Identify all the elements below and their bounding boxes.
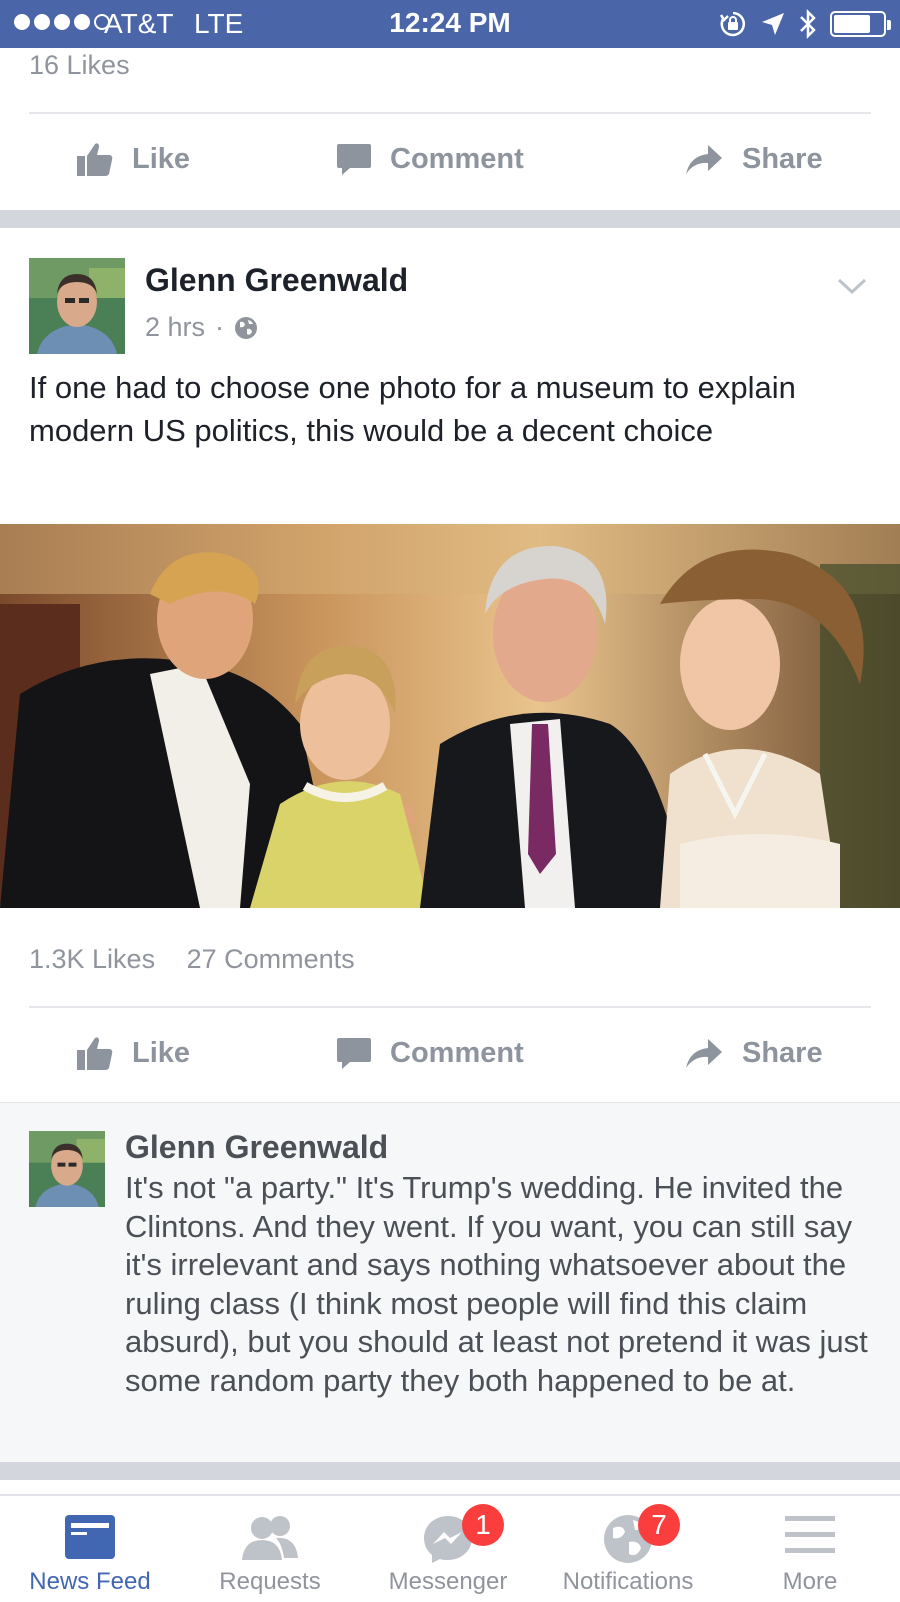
- share-label: Share: [742, 142, 823, 175]
- like-button[interactable]: Like: [76, 114, 190, 204]
- messenger-badge: 1: [462, 1504, 504, 1546]
- post-time[interactable]: 2 hrs: [145, 312, 205, 343]
- thumbs-up-icon: [77, 143, 113, 176]
- feed-separator: [0, 1462, 900, 1480]
- tab-notifications[interactable]: 7 Notifications: [538, 1496, 718, 1602]
- bluetooth-icon: [800, 8, 816, 40]
- action-bar: Like Comment Share: [0, 114, 900, 204]
- author-avatar[interactable]: [29, 258, 125, 354]
- comment: Glenn Greenwald It's not "a party." It's…: [0, 1102, 900, 1462]
- post-meta: 2 hrs ·: [145, 312, 258, 343]
- like-button[interactable]: Like: [76, 1008, 190, 1098]
- action-bar: Like Comment Share: [0, 1008, 900, 1098]
- feed-separator: [0, 210, 900, 228]
- comment-text: It's not "a party." It's Trump's wedding…: [125, 1170, 868, 1398]
- author-name[interactable]: Glenn Greenwald: [145, 262, 408, 299]
- friend-requests-icon: [242, 1516, 298, 1560]
- rotation-lock-icon: [719, 11, 746, 37]
- comment-label: Comment: [390, 1036, 524, 1069]
- likes-count[interactable]: 1.3K Likes: [29, 944, 155, 974]
- likes-count[interactable]: 16 Likes: [29, 50, 130, 81]
- news-feed-icon: [65, 1515, 115, 1559]
- comment-button[interactable]: Comment: [336, 114, 524, 204]
- menu-icon: [785, 1516, 835, 1553]
- commenter-name[interactable]: Glenn Greenwald: [125, 1129, 388, 1166]
- post-stats: 1.3K Likes 27 Comments: [29, 944, 355, 975]
- post-photo[interactable]: [0, 524, 900, 908]
- tab-news-feed[interactable]: News Feed: [0, 1496, 180, 1602]
- tab-label: Messenger: [388, 1568, 508, 1595]
- commenter-avatar[interactable]: [29, 1131, 105, 1207]
- post: Glenn Greenwald 2 hrs · If one had to ch…: [0, 228, 900, 1102]
- post-text: If one had to choose one photo for a mus…: [29, 370, 796, 448]
- tab-messenger[interactable]: 1 Messenger: [358, 1496, 538, 1602]
- tab-label: News Feed: [29, 1568, 151, 1595]
- share-arrow-icon: [686, 1039, 722, 1068]
- comment-label: Comment: [390, 142, 524, 175]
- meta-separator: ·: [215, 312, 225, 342]
- tab-label: Notifications: [562, 1568, 694, 1595]
- notifications-badge: 7: [638, 1504, 680, 1546]
- share-arrow-icon: [686, 145, 722, 174]
- previous-post: 16 Likes Like Comment Share: [0, 48, 900, 210]
- tab-requests[interactable]: Requests: [180, 1496, 360, 1602]
- comment-bubble-icon: [337, 1038, 371, 1069]
- share-button[interactable]: Share: [684, 1008, 823, 1098]
- chevron-down-icon[interactable]: [836, 276, 868, 296]
- comment-button[interactable]: Comment: [336, 1008, 524, 1098]
- globe-icon: [235, 316, 258, 339]
- tab-label: Requests: [219, 1568, 321, 1595]
- thumbs-up-icon: [77, 1037, 113, 1070]
- tab-more[interactable]: More: [720, 1496, 900, 1602]
- status-bar: AT&T LTE 12:24 PM: [0, 0, 900, 48]
- tab-label: More: [782, 1568, 838, 1595]
- bottom-tab-bar: News Feed Requests 1 Messenger 7 Notific…: [0, 1494, 900, 1600]
- location-icon: [762, 13, 784, 35]
- like-label: Like: [132, 142, 191, 175]
- comments-count[interactable]: 27 Comments: [187, 944, 355, 974]
- comment-bubble-icon: [337, 144, 371, 175]
- like-label: Like: [132, 1036, 191, 1069]
- battery-icon: [830, 11, 891, 37]
- share-label: Share: [742, 1036, 823, 1069]
- share-button[interactable]: Share: [684, 114, 823, 204]
